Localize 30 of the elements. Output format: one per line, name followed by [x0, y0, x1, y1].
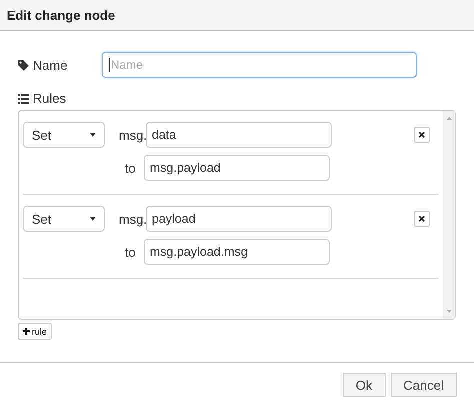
name-label: Name	[33, 58, 68, 72]
tag-icon	[18, 60, 29, 70]
close-icon	[419, 216, 425, 222]
scroll-up-icon	[446, 117, 452, 120]
text-cursor	[109, 58, 110, 72]
scroll-down-icon	[446, 310, 452, 313]
dialog-title: Edit change node	[7, 8, 116, 22]
dialog-button[interactable]: Ok	[342, 373, 386, 397]
close-icon	[419, 132, 425, 138]
add-rule-button[interactable]: rule	[18, 323, 52, 340]
rules-label: Rules	[33, 91, 66, 106]
plus-icon	[23, 328, 30, 335]
action-dropdown[interactable]: Set	[23, 122, 105, 148]
value-field[interactable]: msg.payload.msg	[144, 239, 330, 265]
action-dropdown[interactable]: Set	[23, 206, 105, 232]
to-label: to	[125, 160, 137, 176]
caret-icon	[90, 217, 96, 221]
name-field[interactable]: Name	[102, 52, 417, 78]
delete-button[interactable]	[414, 211, 430, 227]
property-field[interactable]: payload	[146, 206, 332, 232]
msg-prefix-label: msg.	[119, 212, 146, 226]
scrollbar[interactable]	[443, 111, 455, 319]
delete-button[interactable]	[414, 127, 430, 143]
msg-prefix-label: msg.	[119, 128, 146, 142]
caret-icon	[90, 133, 96, 137]
to-label: to	[125, 244, 137, 260]
dialog-button[interactable]: Cancel	[390, 373, 457, 397]
property-field[interactable]: data	[146, 122, 332, 148]
value-field[interactable]: msg.payload	[144, 155, 330, 181]
list-icon	[18, 94, 29, 104]
